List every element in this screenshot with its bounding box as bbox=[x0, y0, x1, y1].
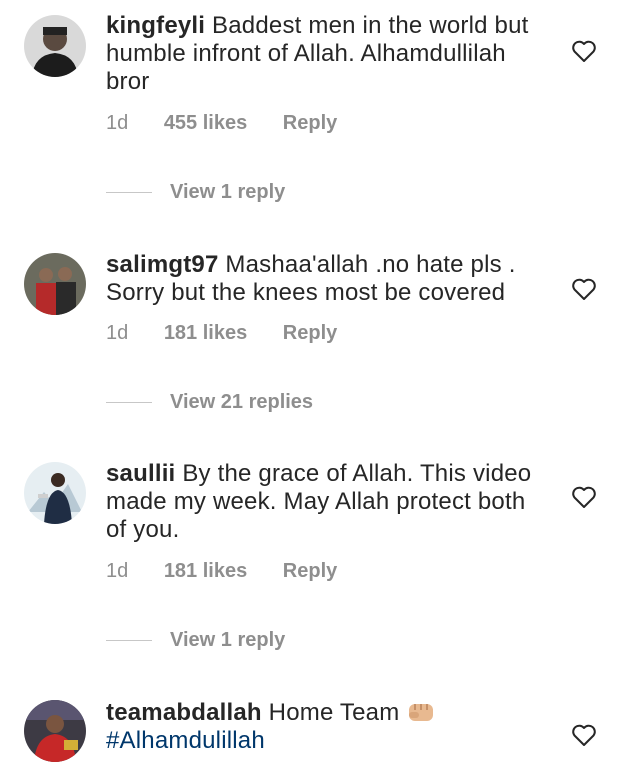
avatar-salimgt97[interactable] bbox=[24, 253, 86, 315]
divider-line bbox=[106, 192, 152, 193]
view-replies-label: View 1 reply bbox=[170, 181, 286, 203]
comment-meta: 1d 181 likes Reply bbox=[106, 560, 367, 583]
view-replies-button[interactable]: View 1 reply bbox=[106, 181, 285, 204]
comment-meta: 1d 455 likes Reply bbox=[106, 112, 367, 135]
divider-line bbox=[106, 402, 152, 403]
reply-button[interactable]: Reply bbox=[283, 112, 337, 134]
comment-body: Home Team bbox=[268, 699, 400, 726]
reply-button[interactable]: Reply bbox=[283, 560, 337, 582]
comment-likes[interactable]: 455 likes bbox=[164, 112, 247, 134]
comment-text: saullii By the grace of Allah. This vide… bbox=[106, 460, 546, 544]
comment-text: kingfeyli Baddest men in the world but h… bbox=[106, 12, 546, 96]
comment-likes[interactable]: 181 likes bbox=[164, 560, 247, 582]
comment-username[interactable]: saullii bbox=[106, 460, 175, 487]
hashtag-link[interactable]: #Alhamdulillah bbox=[106, 727, 265, 754]
heart-icon[interactable] bbox=[571, 39, 597, 63]
comment-time: 1d bbox=[106, 322, 129, 344]
comment-time: 1d bbox=[106, 112, 129, 134]
avatar-teamabdallah[interactable] bbox=[24, 700, 86, 762]
view-replies-button[interactable]: View 21 replies bbox=[106, 391, 313, 414]
comment-likes[interactable]: 181 likes bbox=[164, 322, 247, 344]
fist-emoji-icon bbox=[409, 704, 434, 721]
heart-icon[interactable] bbox=[571, 277, 597, 301]
heart-icon[interactable] bbox=[571, 723, 597, 747]
view-replies-label: View 21 replies bbox=[170, 391, 314, 413]
view-replies-button[interactable]: View 1 reply bbox=[106, 629, 285, 652]
reply-button[interactable]: Reply bbox=[283, 322, 337, 344]
avatar-kingfeyli[interactable] bbox=[24, 15, 86, 77]
comment-username[interactable]: teamabdallah bbox=[106, 699, 262, 726]
comment-username[interactable]: kingfeyli bbox=[106, 12, 205, 39]
comment-text: teamabdallah Home Team #Alhamdulillah bbox=[106, 698, 546, 755]
comment-username[interactable]: salimgt97 bbox=[106, 251, 219, 278]
comment-text: salimgt97 Mashaa'allah .no hate pls . So… bbox=[106, 251, 546, 307]
heart-icon[interactable] bbox=[571, 485, 597, 509]
avatar-saullii[interactable] bbox=[24, 462, 86, 524]
comment-time: 1d bbox=[106, 560, 129, 582]
view-replies-label: View 1 reply bbox=[170, 629, 286, 651]
comment-meta: 1d 181 likes Reply bbox=[106, 322, 367, 345]
divider-line bbox=[106, 640, 152, 641]
